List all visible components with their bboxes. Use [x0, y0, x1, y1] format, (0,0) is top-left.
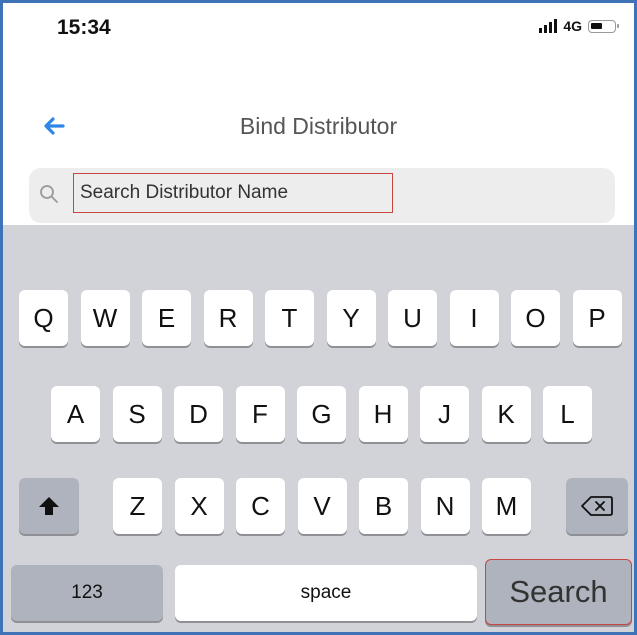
shift-key[interactable] — [19, 478, 79, 534]
key-s[interactable]: S — [112, 386, 162, 442]
key-z[interactable]: Z — [113, 478, 162, 534]
key-k[interactable]: K — [481, 386, 531, 442]
key-l[interactable]: L — [543, 386, 592, 442]
key-d[interactable]: D — [174, 386, 223, 442]
key-w[interactable]: W — [80, 290, 130, 346]
key-a[interactable]: A — [51, 386, 100, 442]
status-time: 15:34 — [57, 16, 111, 39]
signal-bars-icon — [539, 19, 558, 33]
key-t[interactable]: T — [265, 290, 314, 346]
shift-arrow-icon — [39, 497, 59, 515]
search-bar[interactable] — [29, 168, 615, 223]
page-title: Bind Distributor — [239, 113, 398, 139]
key-p[interactable]: P — [572, 290, 622, 346]
phone-screen: 15:34 4G Bind Distributor QWERTYUIOP ASD… — [0, 0, 637, 635]
delete-key[interactable] — [566, 478, 628, 534]
key-y[interactable]: Y — [326, 290, 376, 346]
key-b[interactable]: B — [359, 478, 408, 534]
key-o[interactable]: O — [511, 290, 560, 346]
key-i[interactable]: I — [449, 290, 499, 346]
key-e[interactable]: E — [142, 290, 191, 346]
key-c[interactable]: C — [236, 478, 285, 534]
network-type: 4G — [563, 18, 582, 34]
search-icon — [40, 185, 58, 203]
key-n[interactable]: N — [420, 478, 470, 534]
backspace-icon — [581, 496, 613, 516]
key-m[interactable]: M — [482, 478, 531, 534]
key-h[interactable]: H — [358, 386, 408, 442]
status-indicators: 4G — [539, 18, 619, 34]
key-v[interactable]: V — [297, 478, 347, 534]
key-u[interactable]: U — [388, 290, 437, 346]
key-j[interactable]: J — [420, 386, 469, 442]
numbers-key[interactable]: 123 — [11, 565, 163, 621]
key-x[interactable]: X — [174, 478, 224, 534]
key-q[interactable]: Q — [19, 290, 68, 346]
search-key[interactable]: Search — [485, 559, 632, 625]
key-f[interactable]: F — [235, 386, 285, 442]
search-input[interactable] — [73, 173, 393, 213]
key-g[interactable]: G — [297, 386, 346, 442]
battery-icon — [588, 19, 619, 33]
onscreen-keyboard: QWERTYUIOP ASDFGHJKL ZXCVBNM 123 space S… — [3, 225, 634, 632]
space-key[interactable]: space — [175, 565, 477, 621]
key-r[interactable]: R — [203, 290, 253, 346]
